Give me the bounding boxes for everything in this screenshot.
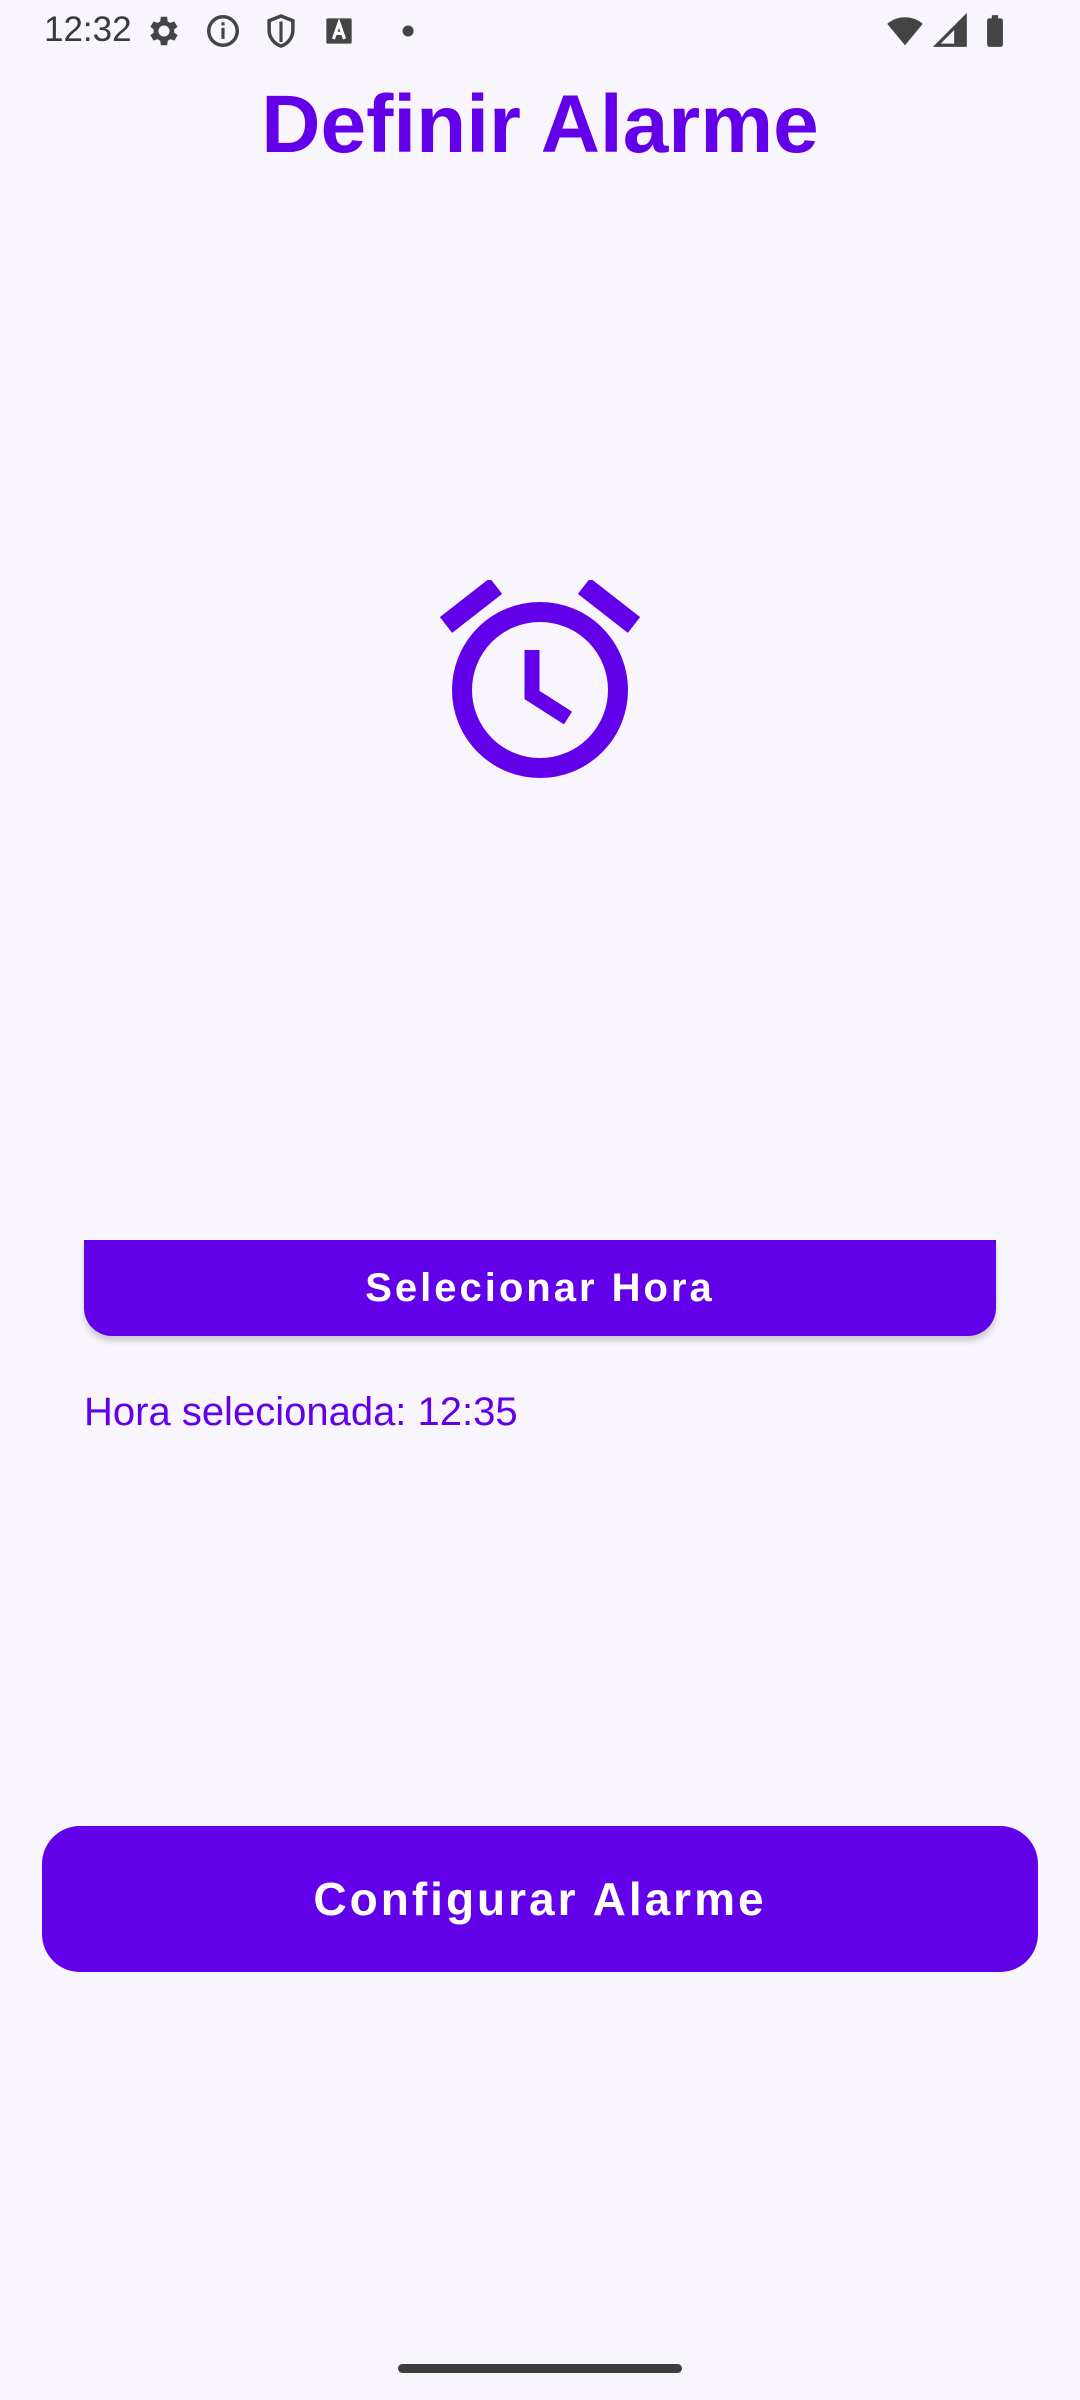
gesture-nav-handle[interactable] <box>398 2364 682 2373</box>
info-icon <box>204 12 242 50</box>
shield-icon <box>262 12 300 50</box>
wifi-icon <box>886 12 924 50</box>
selected-time-text: Hora selecionada: 12:35 <box>84 1390 518 1434</box>
page-title: Definir Alarme <box>261 79 819 170</box>
configure-alarm-button[interactable]: Configurar Alarme <box>42 1826 1038 1972</box>
font-a-icon <box>320 12 358 50</box>
gear-icon <box>145 12 183 50</box>
battery-icon <box>976 12 1014 50</box>
signal-icon <box>932 12 970 50</box>
alarm-clock-icon <box>440 580 640 780</box>
dot-icon <box>378 12 416 50</box>
status-time: 12:32 <box>44 10 132 49</box>
select-time-button[interactable]: Selecionar Hora <box>84 1240 996 1336</box>
status-bar: 12:32 <box>0 0 1080 62</box>
